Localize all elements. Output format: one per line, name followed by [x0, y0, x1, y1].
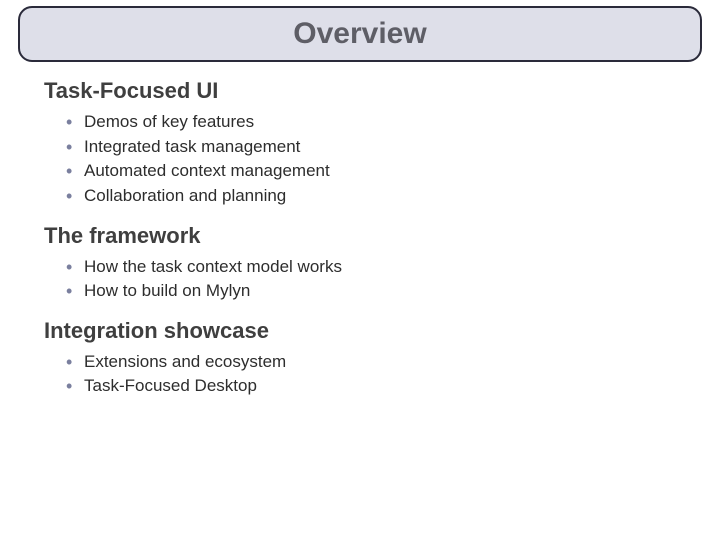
section-heading: The framework — [44, 223, 684, 249]
section-heading: Task-Focused UI — [44, 78, 684, 104]
slide-title: Overview — [293, 17, 426, 51]
bullet-list: Demos of key features Integrated task ma… — [44, 110, 684, 209]
bullet-list: How the task context model works How to … — [44, 255, 684, 304]
list-item: How the task context model works — [66, 255, 684, 280]
list-item: Extensions and ecosystem — [66, 350, 684, 375]
slide: Overview Task-Focused UI Demos of key fe… — [0, 0, 720, 540]
bullet-list: Extensions and ecosystem Task-Focused De… — [44, 350, 684, 399]
list-item: Integrated task management — [66, 135, 684, 160]
slide-body: Task-Focused UI Demos of key features In… — [44, 78, 684, 399]
list-item: Demos of key features — [66, 110, 684, 135]
list-item: Task-Focused Desktop — [66, 374, 684, 399]
slide-title-box: Overview — [18, 6, 702, 62]
list-item: Collaboration and planning — [66, 184, 684, 209]
list-item: How to build on Mylyn — [66, 279, 684, 304]
section-heading: Integration showcase — [44, 318, 684, 344]
list-item: Automated context management — [66, 159, 684, 184]
